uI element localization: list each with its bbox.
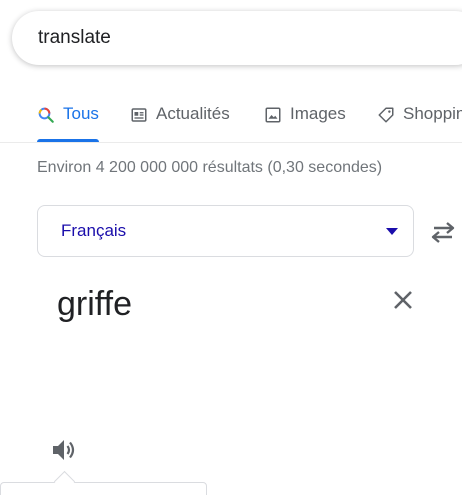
swap-languages-button[interactable] bbox=[428, 218, 458, 246]
clear-text-button[interactable] bbox=[390, 287, 416, 313]
tab-shopping[interactable]: Shopping bbox=[377, 92, 462, 142]
tooltip bbox=[0, 482, 207, 495]
search-tabs: Tous Actualités Images Shoppin bbox=[0, 92, 462, 142]
speaker-icon bbox=[53, 440, 75, 460]
tab-shopping-label: Shopping bbox=[403, 104, 462, 123]
search-icon bbox=[38, 107, 54, 123]
page: translate Tous Actualités Images Shoppin… bbox=[0, 0, 462, 495]
listen-button[interactable] bbox=[49, 436, 79, 464]
tab-all[interactable]: Tous bbox=[37, 92, 99, 142]
source-text[interactable]: griffe bbox=[57, 284, 132, 324]
news-icon bbox=[131, 108, 147, 122]
tab-images-label: Images bbox=[290, 104, 346, 123]
tag-icon bbox=[378, 107, 394, 123]
tabs-divider bbox=[0, 142, 462, 143]
image-icon bbox=[265, 107, 281, 123]
close-icon bbox=[394, 291, 412, 309]
chevron-down-icon bbox=[386, 228, 398, 235]
source-language-label: Français bbox=[61, 221, 127, 240]
swap-arrows-icon bbox=[431, 222, 455, 243]
search-input[interactable]: translate bbox=[38, 26, 111, 50]
tab-images[interactable]: Images bbox=[264, 92, 346, 142]
tab-news[interactable]: Actualités bbox=[130, 92, 230, 142]
result-stats: Environ 4 200 000 000 résultats (0,30 se… bbox=[37, 159, 383, 176]
search-box[interactable]: translate bbox=[12, 11, 462, 65]
tab-all-label: Tous bbox=[63, 104, 99, 123]
tab-news-label: Actualités bbox=[156, 104, 230, 123]
source-language-select[interactable]: Français bbox=[37, 205, 414, 257]
